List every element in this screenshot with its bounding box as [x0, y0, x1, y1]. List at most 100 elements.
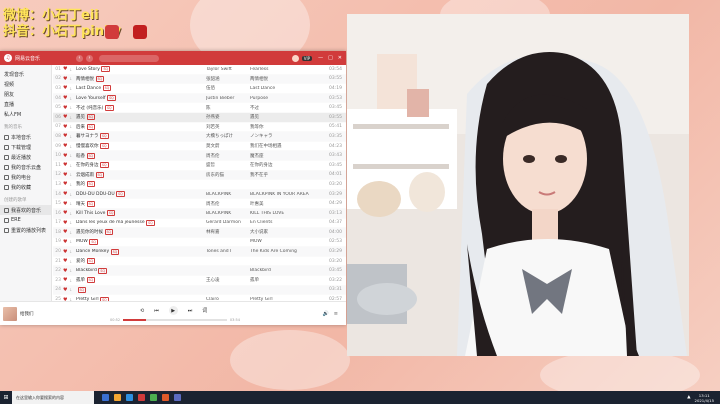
forward-button[interactable]: ›	[86, 54, 94, 62]
track-album[interactable]: 不过	[246, 105, 326, 111]
track-row[interactable]: 20 ♥ ↓ Dance Monkey SQ Tones and I The Kids Ar…	[53, 247, 346, 257]
desktop-shortcut[interactable]	[100, 25, 124, 40]
sidebar-item[interactable]: 我的电台	[0, 172, 51, 182]
track-album[interactable]: Last Dance	[246, 86, 326, 91]
taskbar-app-icon[interactable]	[150, 394, 157, 401]
sidebar-item[interactable]: 我的音乐云盘	[0, 162, 51, 172]
track-album[interactable]: En Clients	[246, 220, 326, 225]
sidebar-item[interactable]: ERE	[0, 215, 51, 225]
track-row[interactable]: 04 ♥ ↓ Love Yourself SQ Justin Bieber Purpose 0…	[53, 93, 346, 104]
track-row[interactable]: 18 ♥ ↓ 遇见你的时候 SQ 林宥嘉 大小说家 04:00	[53, 228, 346, 238]
maximize-button[interactable]: □	[328, 55, 333, 61]
track-artist[interactable]: 孙燕姿	[206, 114, 246, 120]
album-cover[interactable]	[3, 306, 17, 321]
track-artist[interactable]: 周杰伦	[206, 201, 246, 207]
download-icon[interactable]: ↓	[69, 144, 76, 149]
track-album[interactable]: ノンキャラ	[246, 133, 326, 139]
track-row[interactable]: 08 ♥ ↓ 暮サヨナラ SQ 大橋ちっぽけ ノンキャラ 03:35	[53, 132, 346, 142]
lyrics-button[interactable]: 词	[202, 307, 207, 314]
sidebar-item[interactable]: 我的收藏	[0, 182, 51, 192]
track-artist[interactable]: BLACKPINK	[206, 211, 246, 216]
progress-slider[interactable]	[123, 319, 227, 321]
download-icon[interactable]: ↓	[69, 239, 76, 244]
sidebar-item[interactable]: 我喜欢的音乐	[0, 205, 51, 215]
download-icon[interactable]: ↓	[69, 134, 76, 139]
sidebar-item[interactable]: 私人FM	[0, 109, 51, 119]
minimize-button[interactable]: —	[318, 55, 323, 61]
track-album[interactable]: 遇见	[246, 114, 326, 120]
track-artist[interactable]: Tones and I	[206, 249, 246, 254]
download-icon[interactable]: ↓	[69, 124, 76, 129]
download-icon[interactable]: ↓	[69, 287, 76, 292]
track-row[interactable]: 14 ♥ ↓ DDU-DU DDU-DU SQ BLACKPINK BLACKPINK IN…	[53, 189, 346, 200]
download-icon[interactable]: ↓	[69, 182, 76, 187]
play-mode-icon[interactable]: ⟲	[140, 308, 144, 314]
download-icon[interactable]: ↓	[69, 211, 76, 216]
desktop-shortcut[interactable]	[128, 25, 152, 40]
track-row[interactable]: 16 ♥ ↓ Kill This Love SQ BLACKPINK KILL THIS L…	[53, 208, 346, 219]
track-row[interactable]: 22 ♥ ↓ Blackbird SQ Blackbird 03:45	[53, 266, 346, 277]
track-artist[interactable]: 张韶涵	[206, 76, 246, 82]
play-button[interactable]: ▶	[168, 306, 178, 315]
download-icon[interactable]: ↓	[69, 192, 76, 197]
track-album[interactable]: BLACKPINK IN YOUR AREA	[246, 192, 326, 197]
track-row[interactable]: 23 ♥ ↓ 孤单 SQ 王心凌 孤单 03:22	[53, 276, 346, 286]
download-icon[interactable]: ↓	[69, 201, 76, 206]
taskbar-app-icon[interactable]	[138, 394, 145, 401]
track-album[interactable]: 我不在乎	[246, 172, 326, 178]
track-artist[interactable]: 周杰伦	[206, 153, 246, 159]
close-button[interactable]: ✕	[338, 55, 342, 61]
track-row[interactable]: 13 ♥ ↓ 我的 SQ 03:20	[53, 180, 346, 190]
taskbar-app-icon[interactable]	[174, 394, 181, 401]
clock[interactable]: 13:11 2021/4/15	[695, 393, 714, 403]
download-icon[interactable]: ↓	[69, 67, 76, 72]
taskbar-app-icon[interactable]	[102, 394, 109, 401]
taskbar-app-icon[interactable]	[126, 394, 133, 401]
sidebar-item[interactable]: 视频	[0, 79, 51, 89]
track-row[interactable]: 06 ♥ ↓ 遇见 SQ 孙燕姿 遇见 03:55	[53, 112, 346, 123]
download-icon[interactable]: ↓	[69, 172, 76, 177]
track-album[interactable]: 魔杰座	[246, 153, 326, 159]
track-album[interactable]: Fearless	[246, 67, 326, 72]
sidebar-item[interactable]: 下载管理	[0, 142, 51, 152]
track-row[interactable]: 12 ♥ ↓ 云烟成雨 SQ 房东的猫 我不在乎 04:01	[53, 170, 346, 181]
sidebar-item[interactable]: 朋友	[0, 89, 51, 99]
track-row[interactable]: 09 ♥ ↓ 慢慢喜欢你 SQ 莫文蔚 我们在中场相遇 04:23	[53, 142, 346, 152]
previous-track-button[interactable]: ⏮	[154, 308, 159, 314]
download-icon[interactable]: ↓	[69, 230, 76, 235]
track-album[interactable]: 大小说家	[246, 229, 326, 235]
track-artist[interactable]: Gérard Darmon	[206, 220, 246, 225]
track-album[interactable]: 孤单	[246, 277, 326, 283]
track-album[interactable]: 我们在中场相遇	[246, 143, 326, 149]
download-icon[interactable]: ↓	[69, 278, 76, 283]
track-row[interactable]: 01 ♥ ↓ Love Story SQ Taylor Swift Fearless 03:5…	[53, 65, 346, 75]
next-track-button[interactable]: ⏭	[188, 308, 193, 314]
download-icon[interactable]: ↓	[69, 268, 76, 273]
download-icon[interactable]: ↓	[69, 76, 76, 81]
track-artist[interactable]: 刘若英	[206, 124, 246, 130]
track-album[interactable]: 两情相悦	[246, 76, 326, 82]
track-row[interactable]: 10 ♥ ↓ 稻香 SQ 周杰伦 魔杰座 03:43	[53, 151, 346, 161]
sidebar-item[interactable]: 重置的播放列表	[0, 225, 51, 235]
sidebar-item[interactable]: 本地音乐	[0, 132, 51, 142]
now-playing-title[interactable]: 给我们	[20, 311, 90, 317]
playlist-icon[interactable]: ≡	[334, 311, 338, 317]
track-artist[interactable]: 房东的猫	[206, 172, 246, 178]
taskbar-search-input[interactable]: 在这里输入你要搜索的内容	[12, 391, 94, 404]
track-album[interactable]: The Kids Are Coming	[246, 249, 326, 254]
track-artist[interactable]: 陈	[206, 105, 246, 111]
taskbar-app-icon[interactable]	[162, 394, 169, 401]
back-button[interactable]: ‹	[76, 54, 84, 62]
track-row[interactable]: 24 ♥ ↓ SQ 03:31	[53, 285, 346, 296]
search-input[interactable]	[99, 54, 160, 62]
track-album[interactable]: MOW	[246, 239, 326, 244]
track-artist[interactable]: 盛哲	[206, 162, 246, 168]
taskbar-app-icon[interactable]	[114, 394, 121, 401]
download-icon[interactable]: ↓	[69, 259, 76, 264]
track-row[interactable]: 07 ♥ ↓ 后来 SQ 刘若英 我等你 05:41	[53, 123, 346, 133]
track-album[interactable]: 叶惠美	[246, 201, 326, 207]
track-album[interactable]: KILL THIS LOVE	[246, 211, 326, 216]
download-icon[interactable]: ↓	[69, 220, 76, 225]
track-artist[interactable]: Taylor Swift	[206, 67, 246, 72]
download-icon[interactable]: ↓	[69, 105, 76, 110]
